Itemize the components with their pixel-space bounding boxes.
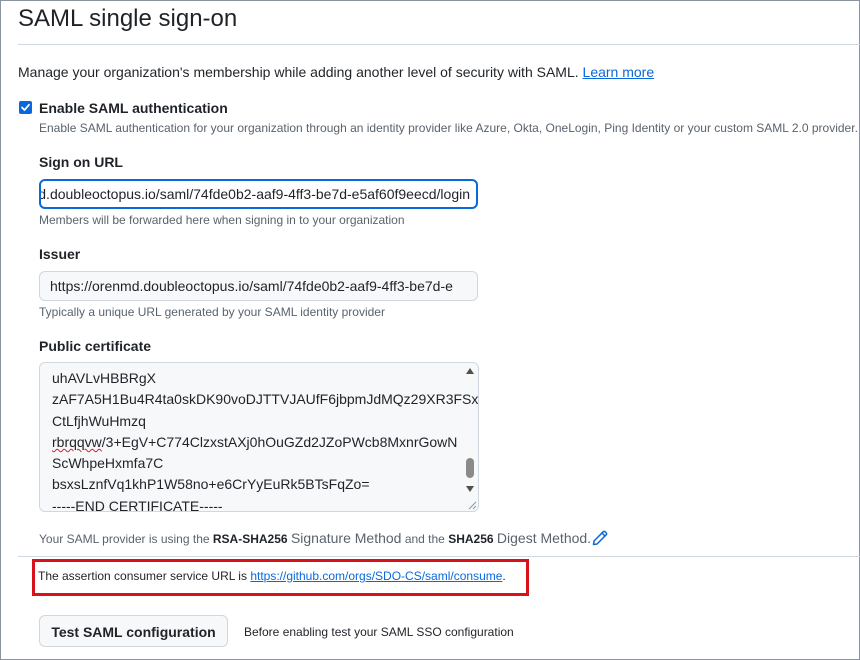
signature-algorithm: RSA-SHA256 — [212, 532, 288, 546]
digest-algorithm: SHA256 — [448, 532, 494, 546]
enable-saml-checkbox[interactable] — [19, 101, 32, 114]
issuer-label: Issuer — [39, 246, 81, 262]
certificate-line: bsxsLznfVq1khP1W58no+e6CrYyEuRk5BTsFqZo= — [52, 476, 370, 493]
certificate-line: uhAVLvHBBRgX — [52, 370, 157, 386]
certificate-line: zAF7A5H1Bu4R4ta0skDK90voDJTTVJAUfF6jbpmJ… — [52, 391, 479, 408]
checkmark-icon — [21, 103, 30, 111]
intro-text: Manage your organization's membership wh… — [18, 64, 654, 80]
certificate-line: rbrqqvw/3+EgV+C774ClzxstAXj0hOuGZd2JZoPW… — [52, 433, 458, 450]
certificate-content: uhAVLvHBBRgX zAF7A5H1Bu4R4ta0skDK90voDJT… — [52, 368, 479, 512]
page-title: SAML single sign-on — [18, 5, 238, 32]
digest-method-word: Digest Method. — [496, 530, 592, 546]
scroll-up-arrow-icon[interactable] — [466, 368, 474, 374]
scroll-thumb[interactable] — [466, 458, 474, 478]
acs-prefix: The assertion consumer service URL is — [38, 569, 247, 583]
sign-on-url-hint: Members will be forwarded here when sign… — [39, 213, 405, 227]
scroll-down-arrow-icon[interactable] — [466, 486, 474, 492]
issuer-input[interactable]: https://orenmd.doubleoctopus.io/saml/74f… — [39, 271, 478, 301]
test-saml-configuration-button[interactable]: Test SAML configuration — [39, 615, 228, 647]
public-certificate-label: Public certificate — [39, 338, 152, 354]
issuer-hint: Typically a unique URL generated by your… — [39, 305, 385, 319]
signature-method-text: Your SAML provider is using the RSA-SHA2… — [39, 530, 591, 546]
certificate-scrollbar[interactable] — [462, 363, 478, 511]
test-saml-note: Before enabling test your SAML SSO confi… — [244, 625, 514, 639]
title-divider — [18, 44, 860, 45]
public-certificate-textarea[interactable]: uhAVLvHBBRgX zAF7A5H1Bu4R4ta0skDK90voDJT… — [39, 362, 479, 512]
pencil-edit-icon[interactable] — [592, 530, 608, 546]
certificate-line: ScWhpeHxmfa7C — [52, 455, 164, 472]
issuer-value: https://orenmd.doubleoctopus.io/saml/74f… — [50, 278, 453, 294]
certificate-line: CtLfjhWuHmzq — [52, 412, 146, 429]
enable-saml-label[interactable]: Enable SAML authentication — [39, 100, 228, 116]
sign-on-url-label: Sign on URL — [39, 154, 123, 170]
section-divider — [18, 556, 860, 557]
acs-suffix: . — [502, 569, 506, 583]
intro-description: Manage your organization's membership wh… — [18, 64, 579, 80]
acs-url-text: The assertion consumer service URL is ht… — [38, 569, 506, 583]
sign-on-url-input[interactable]: https://orenmd.doubleoctopus.io/saml/74f… — [39, 179, 478, 209]
enable-saml-description: Enable SAML authentication for your orga… — [39, 121, 858, 135]
certificate-line: -----END CERTIFICATE----- — [52, 497, 223, 512]
acs-url-link[interactable]: https://github.com/orgs/SDO-CS/saml/cons… — [250, 569, 502, 583]
method-prefix: Your SAML provider is using the — [39, 532, 210, 546]
spellcheck-word: rbrqqvw — [52, 433, 102, 450]
resize-grip-icon[interactable] — [467, 500, 477, 510]
signature-method-word: Signature Method — [290, 530, 402, 546]
method-and-the: and the — [404, 532, 445, 546]
sign-on-url-value: https://orenmd.doubleoctopus.io/saml/74f… — [39, 186, 470, 202]
learn-more-link[interactable]: Learn more — [583, 64, 655, 80]
